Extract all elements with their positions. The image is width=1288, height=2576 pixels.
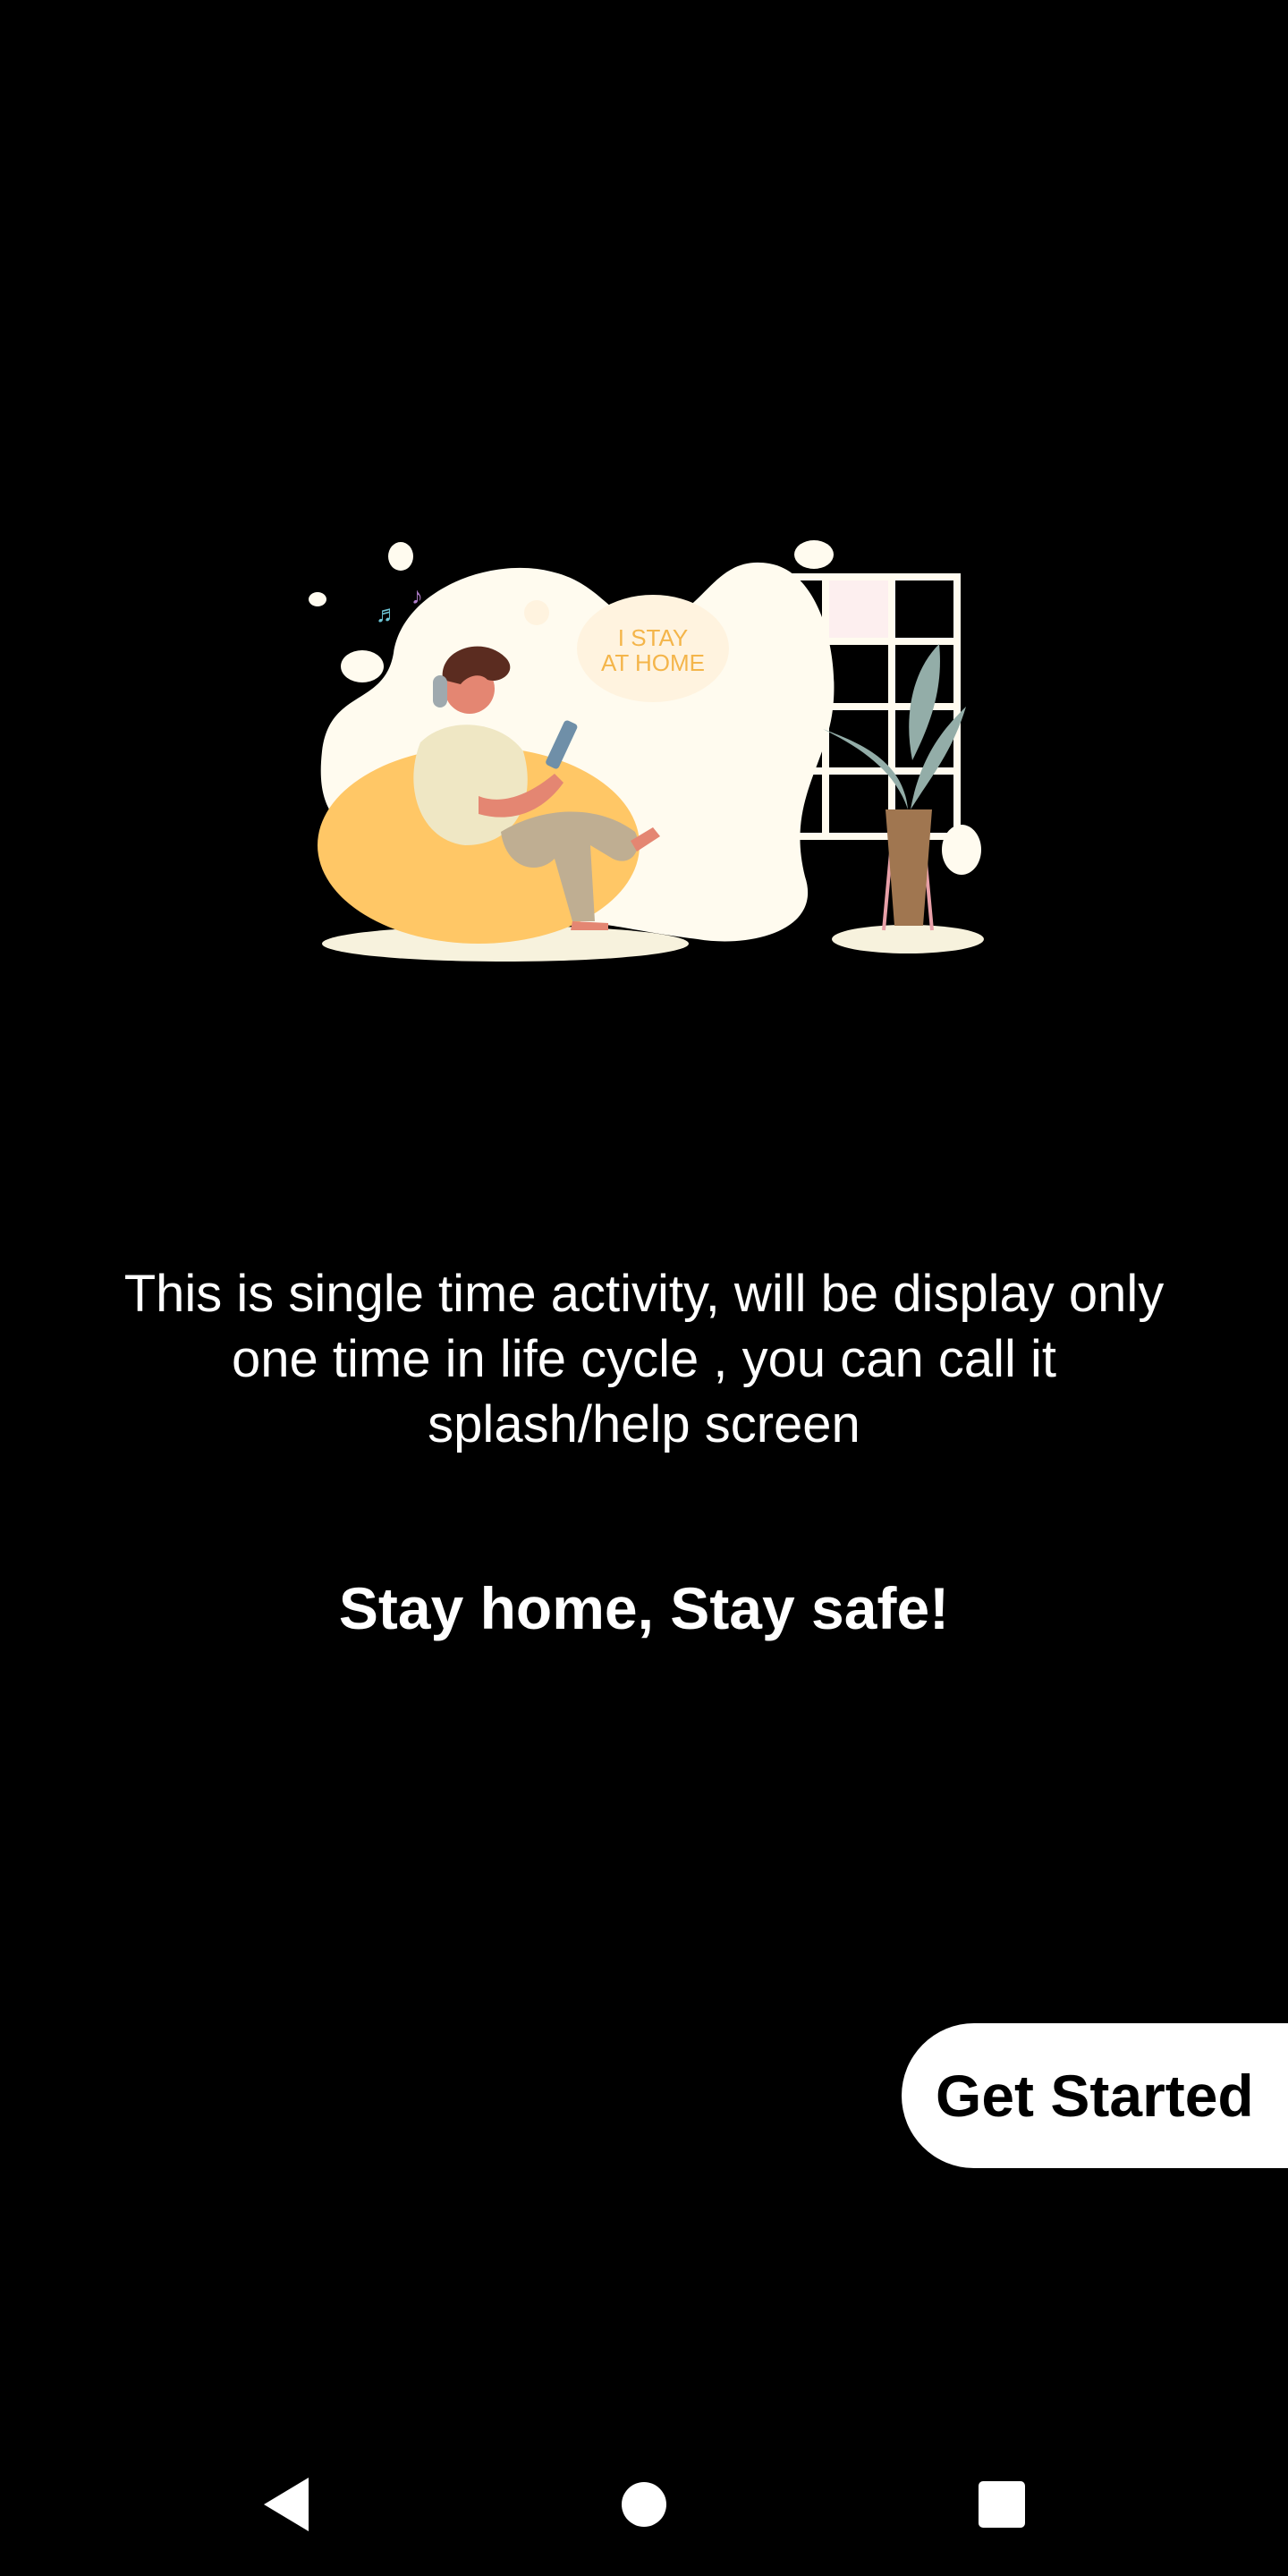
system-nav-bar [0,2433,1288,2576]
home-circle-icon [622,2482,666,2527]
recent-apps-button[interactable] [930,2433,1073,2576]
back-triangle-icon [264,2478,309,2531]
svg-text:♪: ♪ [411,582,423,609]
home-button[interactable] [572,2433,716,2576]
stay-home-illustration: I STAY AT HOME ♬ ♪ [286,537,1002,984]
splash-screen: I STAY AT HOME ♬ ♪ This is single time a… [0,0,1288,2576]
back-button[interactable] [215,2433,358,2576]
recent-apps-square-icon [979,2481,1025,2528]
bubble-text-2: AT HOME [601,649,705,676]
svg-text:♬: ♬ [376,600,399,627]
tagline-text: Stay home, Stay safe! [338,1575,950,1641]
get-started-button[interactable]: Get Started [902,2023,1288,2168]
description-text: This is single time activity, will be di… [123,1265,1165,1453]
bubble-text-1: I STAY [618,624,689,651]
